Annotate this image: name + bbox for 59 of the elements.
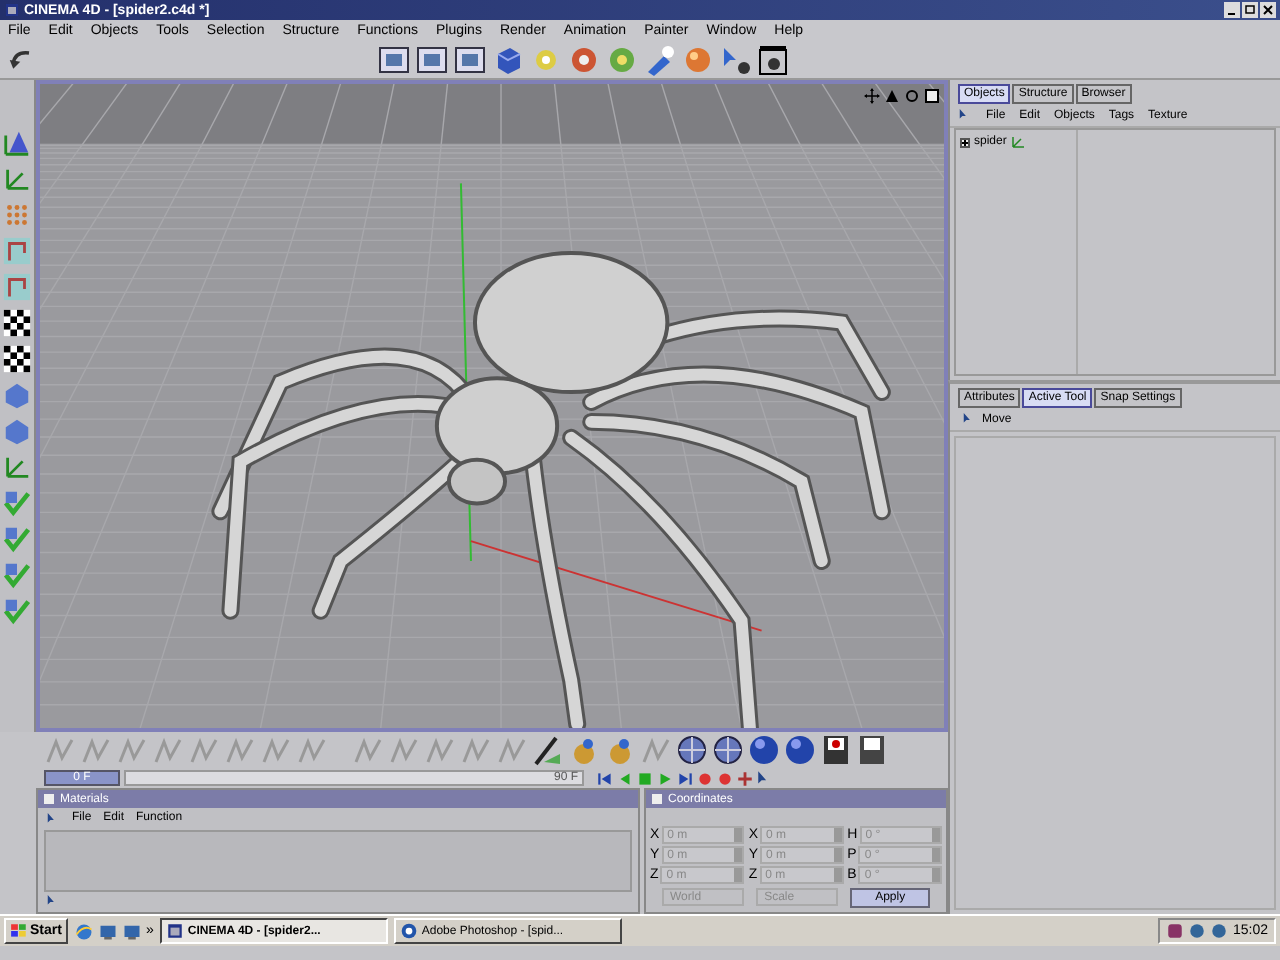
axis-icon: [1010, 134, 1027, 150]
triangle-icon[interactable]: [884, 88, 900, 104]
pen-stroke-icon[interactable]: [260, 734, 292, 766]
block-icon[interactable]: [2, 416, 32, 446]
shaded-sphere-icon[interactable]: [748, 734, 780, 766]
rotate-icon[interactable]: [904, 88, 920, 104]
cube-icon[interactable]: [492, 43, 524, 75]
brush-icon[interactable]: [532, 734, 564, 766]
help-pointer-icon[interactable]: [720, 43, 752, 75]
pen-stroke-icon[interactable]: [188, 734, 220, 766]
shaded-sphere-icon[interactable]: [784, 734, 816, 766]
pen-stroke-icon[interactable]: [352, 734, 384, 766]
flashlight-icon[interactable]: [644, 43, 676, 75]
panel-toggle[interactable]: [44, 794, 54, 804]
app-window-icon: [4, 2, 20, 18]
axis-icon[interactable]: [2, 452, 32, 482]
close-icon[interactable]: [1260, 2, 1276, 18]
square-icon[interactable]: [924, 88, 940, 104]
checker-icon[interactable]: [2, 344, 32, 374]
desktop-icon[interactable]: [97, 921, 118, 941]
pen-stroke-icon[interactable]: [152, 734, 184, 766]
dot-grid-icon[interactable]: [2, 200, 32, 230]
globe-icon[interactable]: [712, 734, 744, 766]
spline-icon[interactable]: [2, 236, 32, 266]
pointer-icon[interactable]: [46, 894, 60, 908]
pointer-icon[interactable]: [958, 108, 972, 122]
app-window-icon: [165, 922, 184, 940]
pointer-icon[interactable]: [46, 811, 60, 825]
film-frame-icon[interactable]: [454, 43, 486, 75]
expander-icon[interactable]: [960, 137, 970, 147]
pen-stroke-icon[interactable]: [424, 734, 456, 766]
stop-icon[interactable]: [636, 769, 654, 787]
pen-stroke-icon[interactable]: [80, 734, 112, 766]
check-icon[interactable]: [2, 560, 32, 590]
globe-icon[interactable]: [676, 734, 708, 766]
windows-logo-icon: [10, 922, 28, 940]
pen-stroke-icon[interactable]: [44, 734, 76, 766]
skip-start-icon[interactable]: [596, 769, 614, 787]
pen-stroke-icon[interactable]: [296, 734, 328, 766]
desktop-icon[interactable]: [121, 921, 142, 941]
restore-icon[interactable]: [1242, 2, 1258, 18]
checker-icon[interactable]: [2, 308, 32, 338]
film-frame-icon[interactable]: [378, 43, 410, 75]
check-icon[interactable]: [2, 524, 32, 554]
film-frame-icon[interactable]: [416, 43, 448, 75]
check-icon[interactable]: [2, 488, 32, 518]
pen-stroke-icon[interactable]: [224, 734, 256, 766]
minimize-icon[interactable]: [1224, 2, 1240, 18]
panel-toggle[interactable]: [652, 794, 662, 804]
pen-stroke-icon[interactable]: [388, 734, 420, 766]
axis-pyramid-icon[interactable]: [2, 128, 32, 158]
skip-end-icon[interactable]: [676, 769, 694, 787]
tray-icon[interactable]: [1166, 922, 1185, 940]
pointer-icon: [962, 412, 976, 426]
pen-stroke-icon[interactable]: [460, 734, 492, 766]
pen-stroke-icon[interactable]: [116, 734, 148, 766]
check-icon[interactable]: [2, 596, 32, 626]
axis-icon[interactable]: [2, 164, 32, 194]
move-icon[interactable]: [864, 88, 880, 104]
